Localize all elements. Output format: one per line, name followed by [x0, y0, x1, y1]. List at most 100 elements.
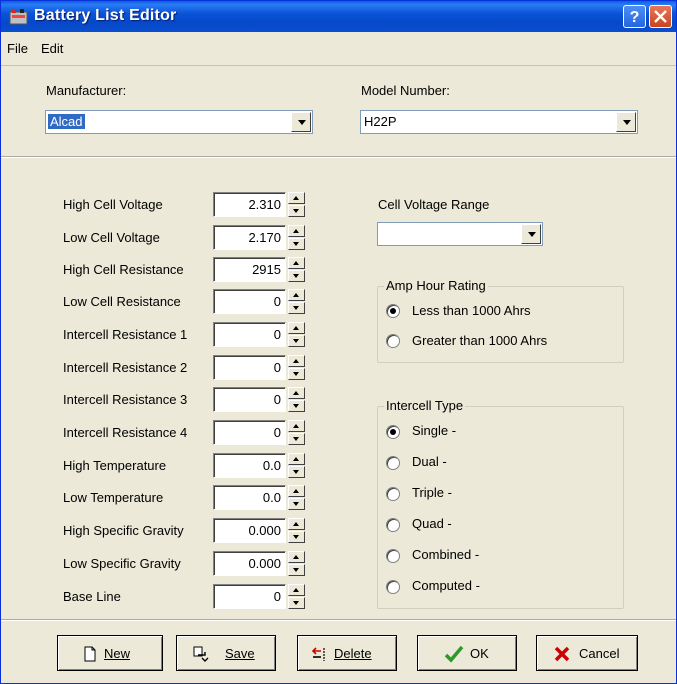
spin-buttons[interactable]: [288, 289, 305, 314]
field-input[interactable]: 2.310: [213, 192, 286, 217]
increment-button[interactable]: [288, 453, 305, 465]
decrement-button[interactable]: [288, 368, 305, 380]
increment-button[interactable]: [288, 518, 305, 530]
decrement-button[interactable]: [288, 498, 305, 510]
radio-label: Quad -: [412, 516, 452, 531]
field-input[interactable]: 0.0: [213, 453, 286, 478]
field-input[interactable]: 0: [213, 387, 286, 412]
field-input[interactable]: 2.170: [213, 225, 286, 250]
field-input[interactable]: 0.000: [213, 551, 286, 576]
increment-button[interactable]: [288, 257, 305, 269]
increment-button[interactable]: [288, 355, 305, 367]
decrement-button[interactable]: [288, 302, 305, 314]
decrement-button[interactable]: [288, 433, 305, 445]
decrement-button[interactable]: [288, 531, 305, 543]
cell-voltage-range-dropdown-button[interactable]: [521, 224, 541, 244]
spin-buttons[interactable]: [288, 420, 305, 445]
decrement-button[interactable]: [288, 270, 305, 282]
spin-buttons[interactable]: [288, 192, 305, 217]
field-input[interactable]: 0: [213, 584, 286, 609]
svg-text:?: ?: [630, 9, 640, 26]
increment-button[interactable]: [288, 192, 305, 204]
cell-voltage-range-label: Cell Voltage Range: [378, 197, 490, 212]
field-value: 0.000: [248, 523, 281, 538]
decrement-button[interactable]: [288, 564, 305, 576]
field-label: Intercell Resistance 2: [63, 360, 188, 375]
save-button[interactable]: Save: [176, 635, 276, 671]
increment-button[interactable]: [288, 485, 305, 497]
spin-buttons[interactable]: [288, 257, 305, 282]
radio-combined[interactable]: [386, 549, 400, 563]
spin-buttons[interactable]: [288, 584, 305, 609]
spin-buttons[interactable]: [288, 355, 305, 380]
field-input[interactable]: 0.0: [213, 485, 286, 510]
field-input[interactable]: 0: [213, 420, 286, 445]
menu-bar: File Edit: [1, 32, 676, 66]
help-button[interactable]: ?: [623, 5, 646, 28]
increment-button[interactable]: [288, 551, 305, 563]
field-input[interactable]: 0: [213, 322, 286, 347]
menu-file[interactable]: File: [7, 41, 28, 56]
radio-computed[interactable]: [386, 580, 400, 594]
radio-less-than-1000[interactable]: [386, 304, 400, 318]
cell-voltage-range-dropdown[interactable]: [377, 222, 543, 246]
manufacturer-dropdown-button[interactable]: [291, 112, 311, 132]
spin-buttons[interactable]: [288, 551, 305, 576]
decrement-button[interactable]: [288, 400, 305, 412]
spin-buttons[interactable]: [288, 322, 305, 347]
spin-buttons[interactable]: [288, 485, 305, 510]
new-button[interactable]: New: [57, 635, 163, 671]
increment-button[interactable]: [288, 225, 305, 237]
field-input[interactable]: 2915: [213, 257, 286, 282]
radio-label: Dual -: [412, 454, 447, 469]
increment-button[interactable]: [288, 387, 305, 399]
spin-buttons[interactable]: [288, 387, 305, 412]
radio-triple[interactable]: [386, 487, 400, 501]
cancel-button[interactable]: Cancel: [536, 635, 638, 671]
amp-hour-rating-group: Amp Hour Rating Less than 1000 Ahrs Grea…: [377, 278, 624, 363]
spin-buttons[interactable]: [288, 518, 305, 543]
field-input[interactable]: 0: [213, 355, 286, 380]
field-value: 2915: [252, 262, 281, 277]
spin-buttons[interactable]: [288, 453, 305, 478]
model-number-label: Model Number:: [361, 83, 450, 98]
radio-label: Less than 1000 Ahrs: [412, 303, 531, 318]
battery-app-icon: [9, 9, 28, 25]
ok-button[interactable]: OK: [417, 635, 517, 671]
model-number-dropdown[interactable]: H22P: [360, 110, 638, 134]
title-bar[interactable]: Battery List Editor ?: [1, 1, 676, 32]
spin-buttons[interactable]: [288, 225, 305, 250]
radio-dual[interactable]: [386, 456, 400, 470]
field-input[interactable]: 0: [213, 289, 286, 314]
field-label: Base Line: [63, 589, 121, 604]
manufacturer-dropdown[interactable]: Alcad: [45, 110, 313, 134]
increment-button[interactable]: [288, 584, 305, 596]
increment-button[interactable]: [288, 289, 305, 301]
arrow-down-icon: [293, 437, 299, 441]
decrement-button[interactable]: [288, 597, 305, 609]
increment-button[interactable]: [288, 322, 305, 334]
decrement-button[interactable]: [288, 205, 305, 217]
decrement-button[interactable]: [288, 466, 305, 478]
decrement-button[interactable]: [288, 238, 305, 250]
radio-selected-dot: [390, 308, 396, 314]
radio-greater-than-1000[interactable]: [386, 334, 400, 348]
increment-button[interactable]: [288, 420, 305, 432]
delete-button[interactable]: Delete: [297, 635, 397, 671]
decrement-button[interactable]: [288, 335, 305, 347]
window-bottom-edge: [1, 679, 676, 683]
model-number-dropdown-button[interactable]: [616, 112, 636, 132]
menu-edit[interactable]: Edit: [41, 41, 63, 56]
save-icon: [193, 646, 209, 662]
radio-quad[interactable]: [386, 518, 400, 532]
field-input[interactable]: 0.000: [213, 518, 286, 543]
model-number-value: H22P: [364, 114, 397, 129]
save-button-label: Save: [225, 646, 255, 661]
arrow-down-icon: [293, 470, 299, 474]
field-value: 0: [273, 589, 281, 604]
radio-selected-dot: [390, 429, 396, 435]
radio-single[interactable]: [386, 425, 400, 439]
field-value: 0: [273, 425, 281, 440]
chevron-down-icon: [623, 120, 631, 125]
close-button[interactable]: [649, 5, 672, 28]
